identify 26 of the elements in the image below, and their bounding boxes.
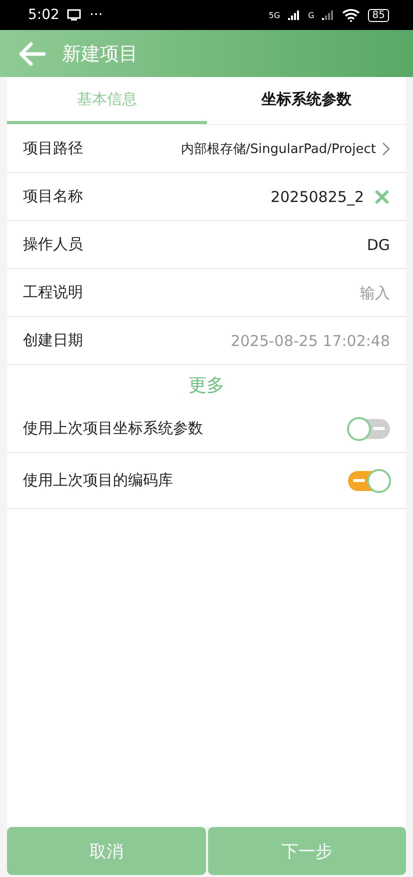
field-label: 项目路径 [23,139,83,158]
field-label: 项目名称 [23,187,83,206]
option-label: 使用上次项目坐标系统参数 [23,419,203,438]
field-value: DG [366,236,390,254]
more-indicator: ··· [89,7,103,23]
signal-icon [322,10,334,20]
chevron-right-icon[interactable] [382,142,390,156]
clear-icon[interactable] [374,188,390,204]
toggle-switch[interactable] [348,470,390,490]
field-label: 操作人员 [23,235,83,254]
battery-indicator: 85 [368,8,389,22]
path-value[interactable]: 内部根存储/SingularPad/Project [180,140,376,158]
signal-icon [288,10,300,20]
option-label: 使用上次项目的编码库 [23,471,173,490]
field-value: 2025-08-25 17:02:48 [230,332,390,350]
status-time: 5:02 [28,7,60,23]
back-arrow-icon[interactable] [18,42,46,66]
page-title: 新建项目 [62,42,138,66]
more-section-title: 更多 [188,374,224,397]
network-label: G [308,10,314,20]
wifi-icon [342,8,360,22]
field-label: 工程说明 [23,283,83,302]
field-label: 创建日期 [23,331,83,350]
toggle-switch[interactable] [348,418,390,438]
notification-icon [67,9,82,21]
network-label: 5G [268,10,280,20]
